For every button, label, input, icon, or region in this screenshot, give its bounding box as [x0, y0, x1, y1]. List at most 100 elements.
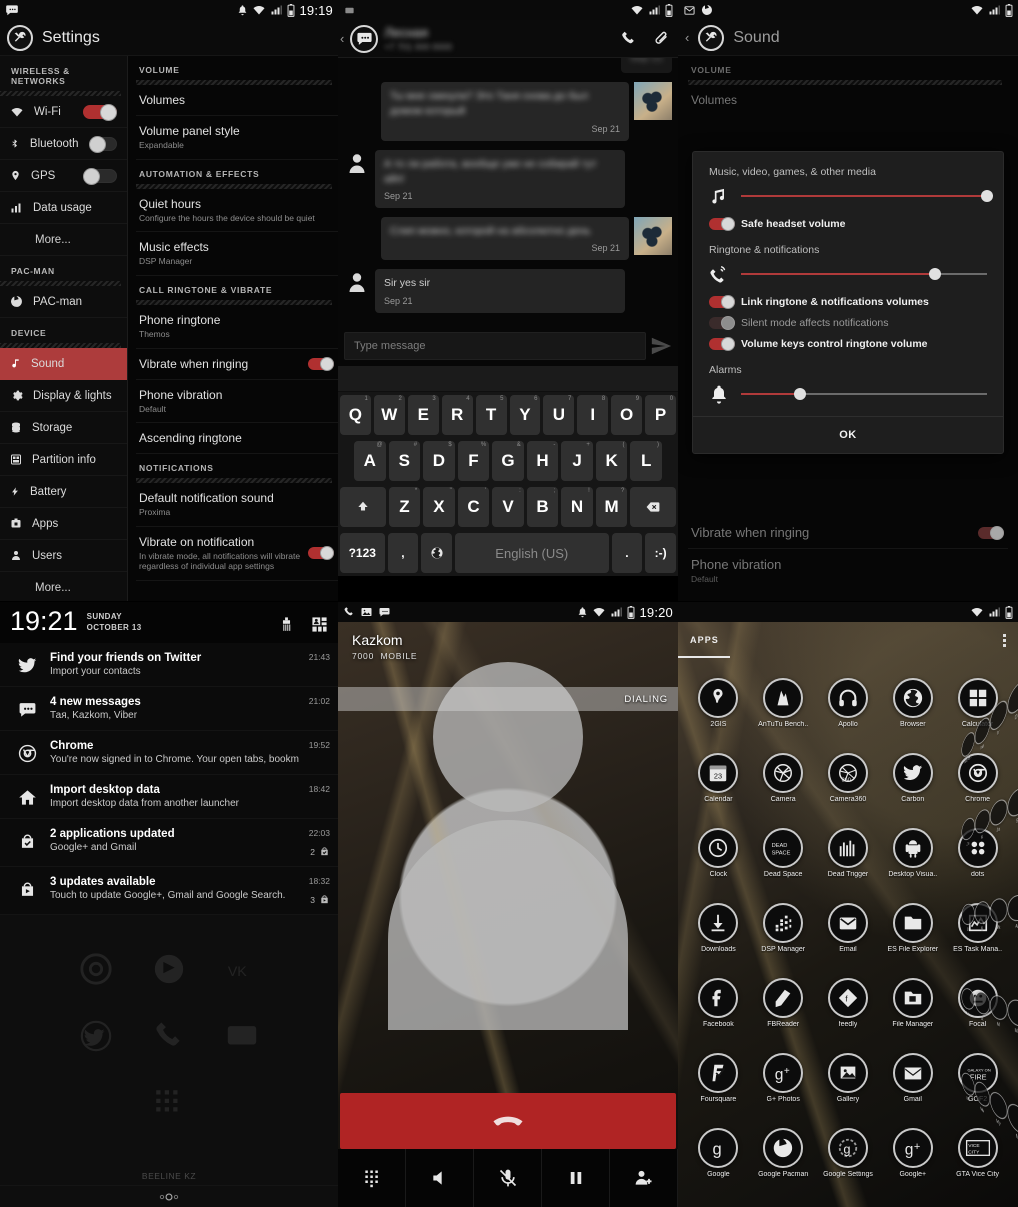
phone-icon[interactable] [620, 30, 637, 47]
quick-settings-icon[interactable] [311, 616, 328, 633]
app-item-side[interactable]: Li [961, 902, 975, 987]
key-m[interactable]: ? M [595, 487, 628, 527]
message-attachment-thumbnail[interactable] [634, 82, 672, 121]
app-item-side[interactable]: Ar [1007, 893, 1018, 998]
key-t[interactable]: 5T [475, 395, 507, 435]
app-item-dead-space[interactable]: DEAD SPACE Dead Space [751, 828, 816, 897]
sidebar-item-wifi[interactable]: Wi-Fi [0, 96, 127, 128]
slider-knob[interactable] [794, 388, 807, 400]
sidebar-item-bluetooth[interactable]: Bluetooth [0, 128, 127, 160]
keyboard-row-3[interactable]: * Z " X ' C :V ; B ! N ? M [338, 484, 678, 530]
app-item-side[interactable]: Mi [961, 1069, 975, 1162]
pref-volume-panel-style[interactable]: Volume panel style Expandable [136, 116, 338, 160]
app-item-side[interactable]: Lt [974, 990, 990, 1084]
app-item-gmail[interactable]: Gmail [880, 1053, 945, 1122]
app-item-side[interactable]: N [1007, 1098, 1018, 1207]
app-item-downloads[interactable]: Downloads [686, 903, 751, 972]
end-call-button[interactable] [340, 1093, 676, 1149]
sidebar-item-display-lights[interactable]: Display & lights [0, 380, 127, 412]
sidebar-item-storage[interactable]: Storage [0, 412, 127, 444]
key-k[interactable]: (K [595, 441, 628, 481]
message-bubble[interactable]: Ты мне скинула? Это Таня снова до был до… [381, 82, 629, 141]
app-item-feedly[interactable]: f feedly [816, 978, 881, 1047]
pref-phone-vibration[interactable]: Phone vibration Default [136, 380, 338, 424]
keyboard-row-1[interactable]: 1Q 2W 3E 4R 5T 6Y 7U 8I 9O 0P [338, 392, 678, 438]
app-item-google[interactable]: g Google [686, 1128, 751, 1197]
bluetooth-toggle[interactable] [88, 135, 117, 153]
app-item-antutu[interactable]: AnTuTu Bench.. [751, 678, 816, 747]
sidebar-item-more-wireless[interactable]: More... [0, 224, 127, 256]
app-item-side[interactable]: Inb B.. [961, 727, 975, 819]
send-icon[interactable] [650, 335, 672, 357]
key-a[interactable]: @ A [353, 441, 386, 481]
pref-default-notification-sound[interactable]: Default notification sound Proxima [136, 483, 338, 527]
chevron-left-icon[interactable]: ‹ [340, 31, 344, 46]
vibrate-when-ringing-toggle[interactable] [308, 356, 334, 371]
message-row[interactable]: Sir yes sir Sep 21 [344, 269, 672, 313]
app-item-side[interactable]: S [1007, 783, 1018, 893]
app-item-es-file-explorer[interactable]: ES File Explorer [880, 903, 945, 972]
message-row[interactable]: Слип можно, которой на абсолютно день Se… [344, 217, 672, 261]
wifi-toggle[interactable] [83, 103, 117, 121]
app-item-fbreader[interactable]: FBReader [751, 978, 816, 1047]
app-item-gplus-photos[interactable]: g + G+ Photos [751, 1053, 816, 1122]
app-item-desktop-visualizer[interactable]: Desktop Visua.. [880, 828, 945, 897]
add-call-button[interactable] [610, 1149, 678, 1207]
pref-ascending-ringtone[interactable]: Ascending ringtone [136, 423, 338, 455]
notification-item[interactable]: Find your friends on Twitter Import your… [0, 643, 338, 687]
sidebar-item-partition-info[interactable]: Partition info [0, 444, 127, 476]
app-item-side[interactable]: K [974, 805, 990, 899]
key-e[interactable]: 3E [407, 395, 439, 435]
app-grid-next-page[interactable]: Inb B.. Ins Ir D.. Jn K Ja S Li K Vk Ar … [961, 674, 1018, 1207]
pref-volumes-behind[interactable]: Volumes [688, 85, 1008, 115]
app-item-gallery[interactable]: Gallery [816, 1053, 881, 1122]
app-item-calendar[interactable]: 23 Calendar [686, 753, 751, 822]
app-item-side[interactable]: Ins [974, 712, 990, 811]
message-bubble[interactable]: Sir yes sir Sep 21 [375, 269, 625, 313]
key-n[interactable]: ! N [561, 487, 593, 527]
key-v[interactable]: :V [492, 487, 524, 527]
symbols-key[interactable]: ?123 [340, 533, 385, 573]
app-item-foursquare[interactable]: Foursquare [686, 1053, 751, 1122]
notification-item[interactable]: Import desktop data Import desktop data … [0, 775, 338, 819]
link-volumes-toggle[interactable] [709, 295, 735, 309]
backspace-key[interactable] [630, 487, 677, 527]
app-item-dsp-manager[interactable]: DSP Manager [751, 903, 816, 972]
key-p[interactable]: 0P [645, 395, 677, 435]
app-item-google-pacman[interactable]: Google Pacman [751, 1128, 816, 1197]
sidebar-item-battery[interactable]: Battery [0, 476, 127, 508]
space-key[interactable]: English (US) [454, 533, 609, 573]
tab-apps[interactable]: APPS [690, 635, 719, 645]
pref-vibrate-when-ringing-behind[interactable]: Vibrate when ringing [688, 517, 1008, 550]
language-key[interactable] [421, 533, 452, 573]
key-y[interactable]: 6Y [509, 395, 541, 435]
app-item-side[interactable]: Ja [989, 795, 1008, 897]
overflow-menu-icon[interactable] [1003, 633, 1006, 647]
key-z[interactable]: * Z [388, 487, 421, 527]
message-row[interactable]: А то ли работа, вообще уже не собирай ту… [344, 149, 672, 209]
app-item-email[interactable]: Email [816, 903, 881, 972]
slider-knob[interactable] [981, 190, 993, 202]
notification-list[interactable]: Find your friends on Twitter Import your… [0, 643, 338, 915]
app-item-file-manager[interactable]: File Manager [880, 978, 945, 1047]
message-attachment-thumbnail[interactable] [634, 217, 672, 256]
app-item-side[interactable]: Ir [989, 694, 1008, 803]
notification-item[interactable]: 4 new messages Тая, Kazkom, Viber 21:02 [0, 687, 338, 731]
keyboard-row-2[interactable]: @ A # S $ D % F & G -H + J (K ) L [338, 438, 678, 484]
key-o[interactable]: 9O [611, 395, 643, 435]
volume-keys-toggle[interactable] [709, 337, 735, 351]
key-x[interactable]: " X [423, 487, 455, 527]
sidebar-item-gps[interactable]: GPS [0, 160, 127, 192]
mute-button[interactable] [474, 1149, 542, 1207]
dialog-ok-button[interactable]: OK [693, 416, 1003, 453]
pref-volumes[interactable]: Volumes [136, 85, 338, 116]
hold-button[interactable] [542, 1149, 610, 1207]
app-item-clock[interactable]: Clock [686, 828, 751, 897]
ringtone-volume-slider[interactable] [741, 267, 987, 281]
message-bubble[interactable]: А то ли работа, вообще уже не собирай ту… [375, 149, 625, 209]
slider-knob[interactable] [929, 268, 942, 280]
message-thread[interactable]: Sep 21 Ты мне скинула? Это Таня снова до… [338, 58, 678, 326]
app-item-side[interactable]: Ma [1007, 997, 1018, 1108]
vibrate-when-ringing-toggle-behind[interactable] [978, 525, 1004, 540]
app-item-browser[interactable]: Browser [880, 678, 945, 747]
